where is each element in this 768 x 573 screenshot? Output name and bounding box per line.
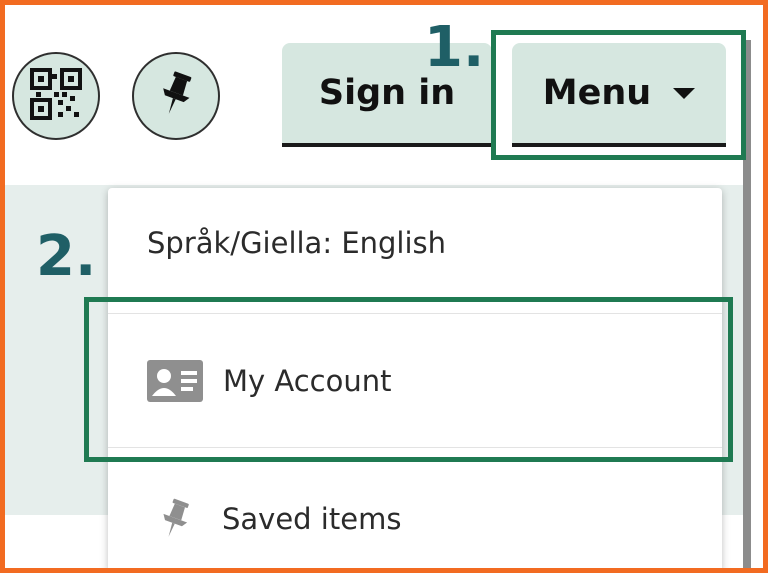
pushpin-icon xyxy=(156,71,196,121)
language-label: Språk/Giella: English xyxy=(147,226,447,260)
pinned-items-button[interactable] xyxy=(132,52,220,140)
step-1-number: 1. xyxy=(424,15,485,80)
saved-items-menu-item[interactable]: Saved items xyxy=(108,480,722,558)
step-2-number: 2. xyxy=(36,224,97,289)
step-2-highlight-box xyxy=(84,297,733,462)
language-menu-item[interactable]: Språk/Giella: English xyxy=(108,208,722,278)
step-1-highlight-box xyxy=(491,30,746,160)
qr-code-button[interactable] xyxy=(12,52,100,140)
pushpin-icon xyxy=(154,497,196,541)
qr-code-icon xyxy=(30,68,82,124)
saved-items-label: Saved items xyxy=(222,502,402,536)
